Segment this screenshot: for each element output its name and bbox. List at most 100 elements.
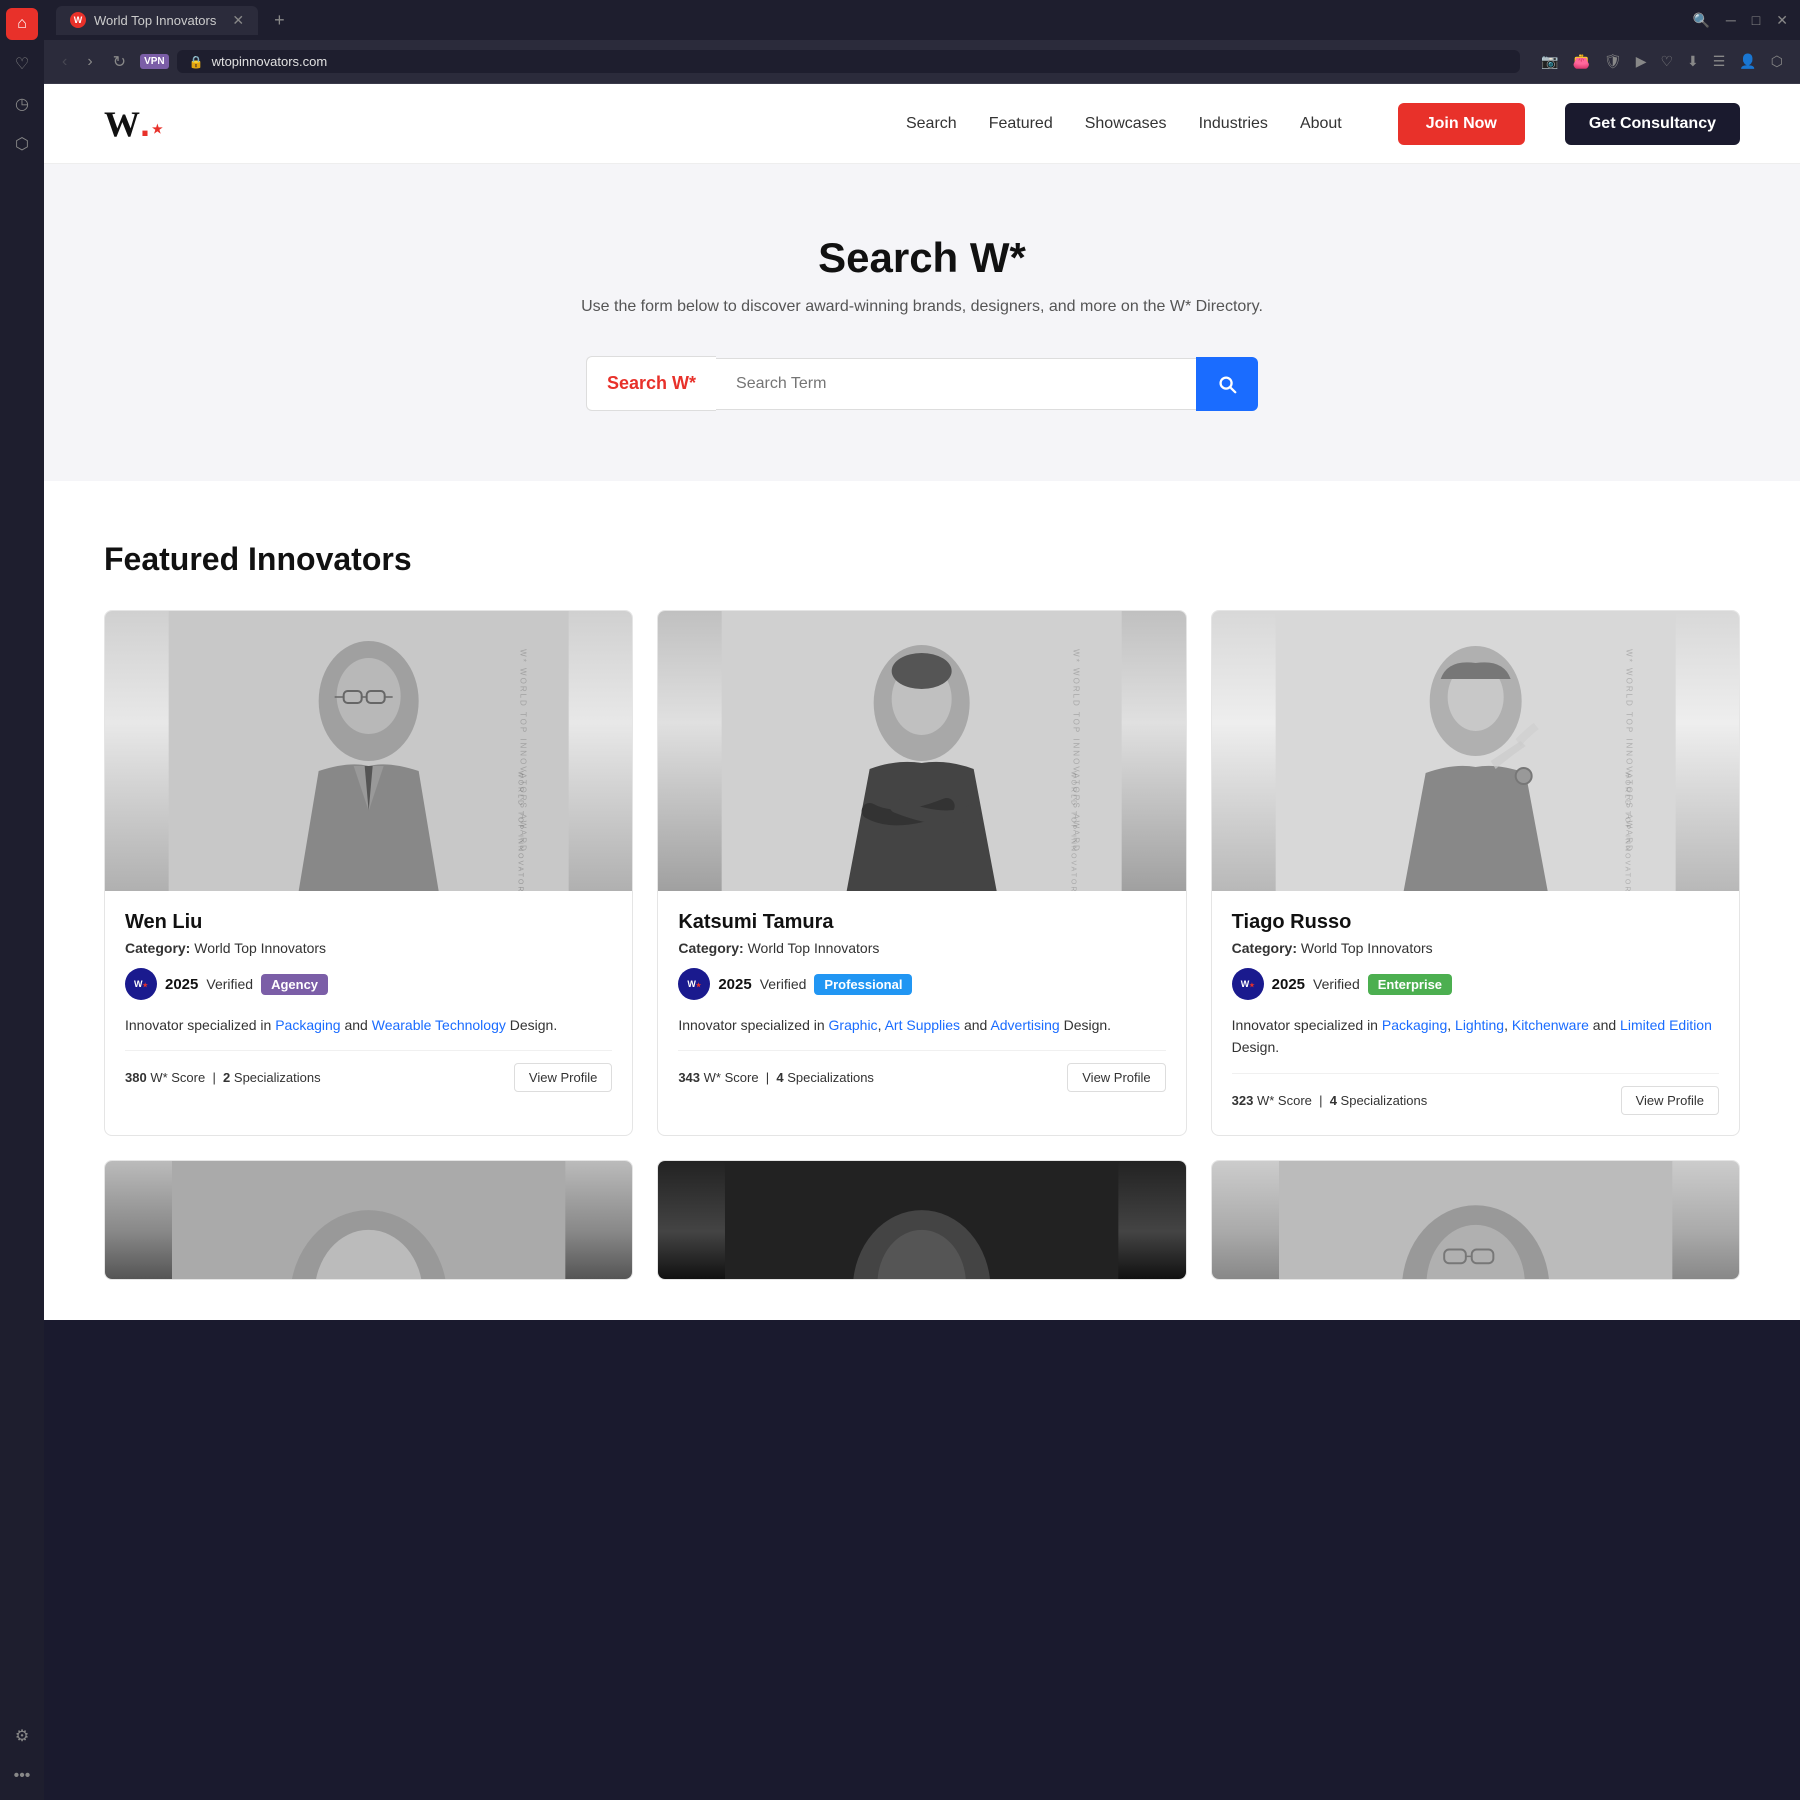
search-bar: Search W* [104, 356, 1740, 411]
browser-titlebar: W World Top Innovators ✕ + 🔍 ─ □ ✕ [44, 0, 1800, 40]
minimize-icon[interactable]: ─ [1726, 12, 1736, 29]
download-icon[interactable]: ⬇ [1682, 49, 1704, 74]
lock-icon: 🔒 [189, 55, 204, 69]
badge-verified-2: Verified [760, 976, 807, 992]
browser-sidebar: ⌂ ♡ ◷ ⬡ ⚙ ••• [0, 0, 44, 1800]
cards-bottom-row [104, 1160, 1740, 1280]
featured-section: Featured Innovators [44, 481, 1800, 1320]
watermark-3: W* WORLD TOP INNOVATORS AWARD [1625, 649, 1634, 853]
spec-link-lighting-3[interactable]: Lighting [1455, 1017, 1504, 1033]
refresh-button[interactable]: ↻ [107, 48, 132, 76]
search-icon[interactable]: 🔍 [1692, 12, 1709, 29]
wstar-badge-3: W★ [1232, 968, 1264, 1000]
main-wrapper: W World Top Innovators ✕ + 🔍 ─ □ ✕ ‹ › ↻… [44, 0, 1800, 1320]
spec-link-wearable-1[interactable]: Wearable Technology [372, 1017, 506, 1033]
screenshot-icon[interactable]: 📷 [1536, 49, 1563, 74]
settings-icon[interactable]: ⚙ [6, 1720, 38, 1752]
badge-year-3: 2025 [1272, 976, 1305, 993]
hero-title: Search W* [104, 234, 1740, 282]
new-tab-button[interactable]: + [266, 10, 293, 31]
nav-featured[interactable]: Featured [989, 115, 1053, 133]
tab-close-button[interactable]: ✕ [232, 12, 244, 29]
search-input[interactable] [716, 358, 1196, 410]
badge-year-1: 2025 [165, 976, 198, 993]
heart-icon[interactable]: ♡ [1655, 49, 1678, 74]
site-logo[interactable]: W.★ [104, 103, 163, 145]
url-display: wtopinnovators.com [212, 54, 328, 69]
spec-link-advertising-2[interactable]: Advertising [990, 1017, 1059, 1033]
extensions-toolbar-icon[interactable]: ⬡ [1766, 49, 1788, 74]
card-bottom-2 [657, 1160, 1186, 1280]
badge-verified-3: Verified [1313, 976, 1360, 992]
innovator-badges-3: W★ 2025 Verified Enterprise [1232, 968, 1719, 1000]
forward-button[interactable]: › [81, 49, 98, 75]
browser-tab[interactable]: W World Top Innovators ✕ [56, 6, 258, 35]
badge-type-2: Professional [814, 974, 912, 995]
innovator-name-2: Katsumi Tamura [678, 911, 1165, 934]
card-footer-1: 380 W* Score | 2 Specializations View Pr… [125, 1050, 612, 1092]
nav-about[interactable]: About [1300, 115, 1342, 133]
card-desc-1: Innovator specialized in Packaging and W… [125, 1014, 612, 1036]
spec-link-art-2[interactable]: Art Supplies [885, 1017, 960, 1033]
badge-year-2: 2025 [718, 976, 751, 993]
toolbar-icons: 📷 👛 🛡 ▶ ♡ ⬇ ☰ 👤 ⬡ [1536, 49, 1788, 74]
innovator-card-wen-liu: WORLD TOP INNOVATORS W* WORLD TOP INNOVA… [104, 610, 633, 1136]
innovator-badges-2: W★ 2025 Verified Professional [678, 968, 1165, 1000]
search-submit-button[interactable] [1196, 357, 1258, 411]
search-label: Search W* [586, 356, 716, 411]
spec-link-packaging-1[interactable]: Packaging [275, 1017, 340, 1033]
innovator-name-1: Wen Liu [125, 911, 612, 934]
spec-link-packaging-3[interactable]: Packaging [1382, 1017, 1447, 1033]
nav-search[interactable]: Search [906, 115, 957, 133]
spec-link-kitchenware-3[interactable]: Kitchenware [1512, 1017, 1589, 1033]
reader-icon[interactable]: ☰ [1708, 49, 1731, 74]
play-icon[interactable]: ▶ [1631, 49, 1652, 74]
card-desc-3: Innovator specialized in Packaging, Ligh… [1232, 1014, 1719, 1059]
vpn-badge: VPN [140, 54, 169, 69]
close-window-icon[interactable]: ✕ [1776, 12, 1788, 29]
get-consultancy-button[interactable]: Get Consultancy [1565, 103, 1740, 145]
browser-toolbar: ‹ › ↻ VPN 🔒 wtopinnovators.com 📷 👛 🛡 ▶ ♡… [44, 40, 1800, 84]
bookmark-icon[interactable]: ♡ [6, 48, 38, 80]
search-star: * [689, 373, 696, 393]
innovator-card-tiago-russo: WORLD TOP INNOVATORS W* WORLD TOP INNOVA… [1211, 610, 1740, 1136]
spec-link-graphic-2[interactable]: Graphic [829, 1017, 878, 1033]
innovator-category-2: Category: World Top Innovators [678, 940, 1165, 956]
view-profile-button-3[interactable]: View Profile [1621, 1086, 1719, 1115]
extensions-icon[interactable]: ⬡ [6, 128, 38, 160]
maximize-icon[interactable]: □ [1752, 12, 1760, 29]
nav-showcases[interactable]: Showcases [1085, 115, 1167, 133]
profile-icon[interactable]: 👤 [1734, 49, 1761, 74]
innovators-grid: WORLD TOP INNOVATORS W* WORLD TOP INNOVA… [104, 610, 1740, 1136]
innovator-category-1: Category: World Top Innovators [125, 940, 612, 956]
card-body-1: Wen Liu Category: World Top Innovators W… [105, 891, 632, 1112]
back-button[interactable]: ‹ [56, 49, 73, 75]
logo-star: ★ [152, 122, 163, 136]
browser-chrome: W World Top Innovators ✕ + 🔍 ─ □ ✕ ‹ › ↻… [44, 0, 1800, 84]
wallet-icon[interactable]: 👛 [1567, 49, 1594, 74]
address-bar[interactable]: 🔒 wtopinnovators.com [177, 50, 1520, 73]
more-icon[interactable]: ••• [6, 1760, 38, 1792]
card-desc-2: Innovator specialized in Graphic, Art Su… [678, 1014, 1165, 1036]
join-now-button[interactable]: Join Now [1398, 103, 1525, 145]
card-stats-2: 343 W* Score | 4 Specializations [678, 1070, 874, 1085]
badge-verified-1: Verified [206, 976, 253, 992]
innovator-card-katsumi-tamura: WORLD TOP INNOVATORS W* WORLD TOP INNOVA… [657, 610, 1186, 1136]
view-profile-button-2[interactable]: View Profile [1067, 1063, 1165, 1092]
spec-link-limited-3[interactable]: Limited Edition [1620, 1017, 1712, 1033]
card-footer-3: 323 W* Score | 4 Specializations View Pr… [1232, 1073, 1719, 1115]
shield-icon[interactable]: 🛡 [1599, 49, 1627, 74]
view-profile-button-1[interactable]: View Profile [514, 1063, 612, 1092]
badge-type-3: Enterprise [1368, 974, 1452, 995]
logo-dot: . [140, 103, 150, 145]
history-icon[interactable]: ◷ [6, 88, 38, 120]
card-bottom-1 [104, 1160, 633, 1280]
wstar-badge-2: W★ [678, 968, 710, 1000]
card-portrait-2: WORLD TOP INNOVATORS W* WORLD TOP INNOVA… [658, 611, 1185, 891]
badge-type-1: Agency [261, 974, 328, 995]
nav-industries[interactable]: Industries [1199, 115, 1268, 133]
hero-description: Use the form below to discover award-win… [104, 298, 1740, 316]
wstar-badge-1: W★ [125, 968, 157, 1000]
website-content: W.★ Search Featured Showcases Industries… [44, 84, 1800, 1320]
home-icon[interactable]: ⌂ [6, 8, 38, 40]
